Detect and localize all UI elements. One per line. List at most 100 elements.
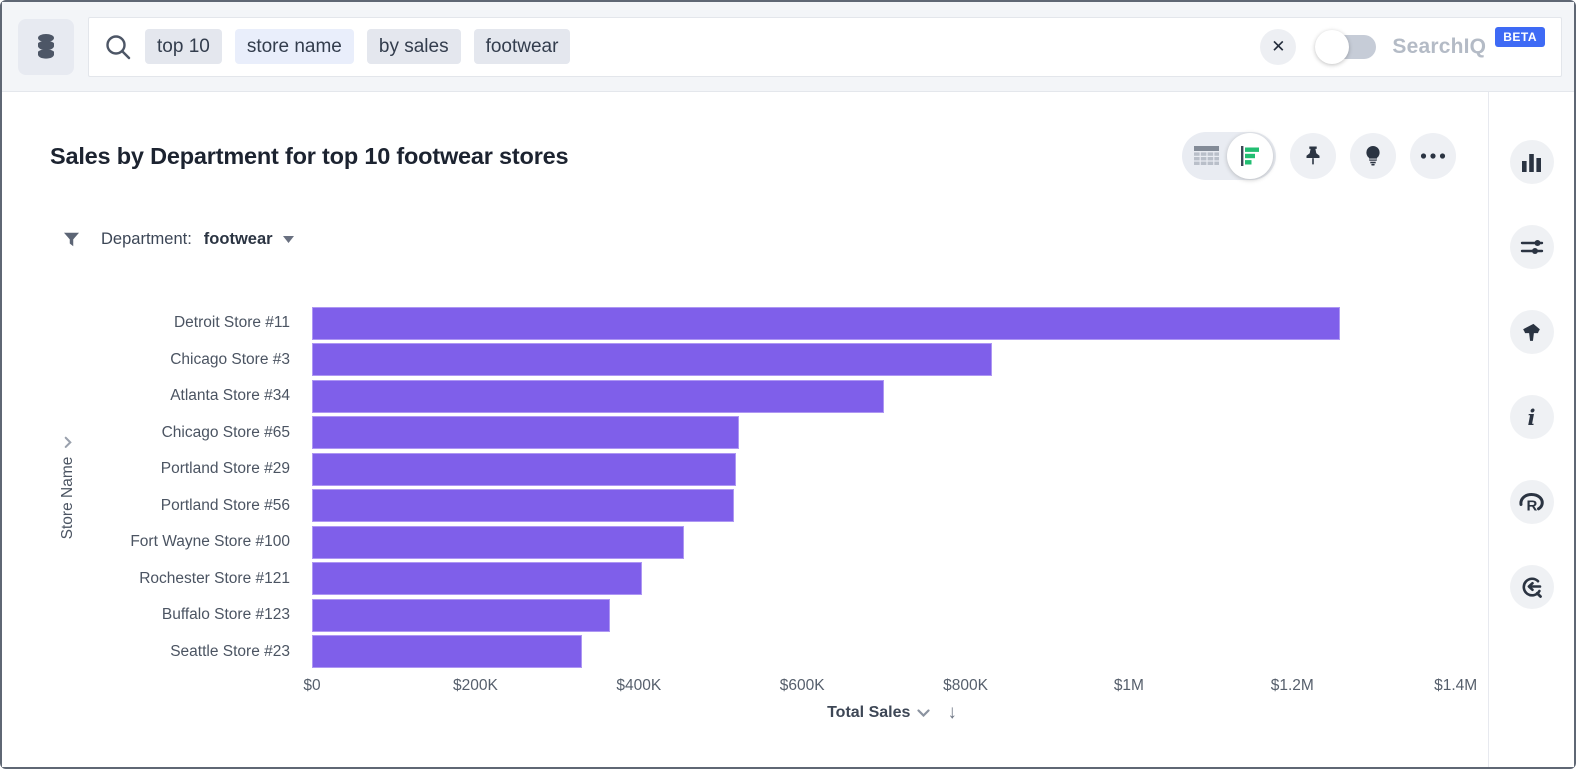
search-token-list: top 10 store name by sales footwear bbox=[145, 29, 570, 64]
more-actions-button[interactable] bbox=[1410, 133, 1456, 179]
x-axis: $0$200K$400K$600K$800K$1M$1.2M$1.4M bbox=[312, 677, 1472, 699]
beta-badge: BETA bbox=[1495, 27, 1545, 47]
bar-track bbox=[312, 380, 1472, 413]
searchiq-label: SearchIQ bbox=[1392, 35, 1486, 59]
search-token[interactable]: footwear bbox=[474, 29, 571, 64]
searchiq-toggle[interactable] bbox=[1318, 35, 1376, 59]
pin-icon bbox=[1301, 144, 1325, 168]
x-axis-tick: $1.4M bbox=[1434, 677, 1477, 695]
column-chart-icon bbox=[1520, 151, 1543, 173]
chart-view-button[interactable] bbox=[1227, 133, 1273, 179]
search-icon bbox=[103, 32, 133, 62]
bar[interactable] bbox=[312, 343, 992, 376]
info-icon: i bbox=[1528, 405, 1536, 430]
x-axis-tick: $200K bbox=[453, 677, 498, 695]
chart-row: Portland Store #29 bbox=[2, 451, 1472, 488]
x-axis-tick: $400K bbox=[616, 677, 661, 695]
lightbulb-icon bbox=[1361, 144, 1385, 168]
x-axis-tick: $1M bbox=[1114, 677, 1144, 695]
filter-value[interactable]: footwear bbox=[204, 230, 273, 249]
chart-rows: Detroit Store #11 Chicago Store #3 Atlanta… bbox=[2, 305, 1472, 670]
y-axis-label: Seattle Store #23 bbox=[2, 643, 312, 661]
search-bar[interactable]: top 10 store name by sales footwear ✕ Searc… bbox=[88, 17, 1562, 77]
chart-row: Seattle Store #23 bbox=[2, 634, 1472, 671]
filter-row: Department: footwear bbox=[2, 180, 1488, 249]
y-axis-label: Chicago Store #3 bbox=[2, 351, 312, 369]
chart-row: Portland Store #56 bbox=[2, 488, 1472, 525]
database-icon bbox=[33, 33, 59, 61]
chart-row: Rochester Store #121 bbox=[2, 561, 1472, 598]
search-token[interactable]: store name bbox=[235, 29, 354, 64]
bar[interactable] bbox=[312, 453, 736, 486]
y-axis-title[interactable]: Store Name bbox=[59, 437, 77, 540]
bar-track bbox=[312, 599, 1472, 632]
chart-row: Detroit Store #11 bbox=[2, 305, 1472, 342]
paintbrush-icon bbox=[1520, 321, 1543, 344]
chart-row: Fort Wayne Store #100 bbox=[2, 524, 1472, 561]
answer-toolbar bbox=[1182, 132, 1456, 180]
explore-icon bbox=[1519, 575, 1544, 600]
bar-track bbox=[312, 343, 1472, 376]
bar-track bbox=[312, 307, 1472, 340]
bar-chart-green-icon bbox=[1238, 144, 1262, 168]
y-axis-label: Portland Store #56 bbox=[2, 497, 312, 515]
bar[interactable] bbox=[312, 416, 739, 449]
bar-track bbox=[312, 453, 1472, 486]
bar[interactable] bbox=[312, 380, 884, 413]
bar[interactable] bbox=[312, 635, 582, 668]
sliders-icon bbox=[1520, 236, 1544, 258]
bar-track bbox=[312, 526, 1472, 559]
x-axis-tick: $800K bbox=[943, 677, 988, 695]
y-axis-label: Portland Store #29 bbox=[2, 460, 312, 478]
r-logo-icon: R bbox=[1518, 490, 1545, 514]
bar-track bbox=[312, 416, 1472, 449]
y-axis-caret-icon bbox=[64, 437, 72, 449]
x-axis-tick: $600K bbox=[780, 677, 825, 695]
bar-track bbox=[312, 562, 1472, 595]
y-axis-label: Fort Wayne Store #100 bbox=[2, 533, 312, 551]
view-mode-toggle bbox=[1182, 132, 1276, 180]
table-view-button[interactable] bbox=[1185, 145, 1227, 168]
insights-button[interactable] bbox=[1350, 133, 1396, 179]
y-axis-label: Chicago Store #65 bbox=[2, 424, 312, 442]
answer-panel: Sales by Department for top 10 footwear … bbox=[2, 92, 1488, 767]
clear-search-button[interactable]: ✕ bbox=[1260, 29, 1296, 65]
info-button[interactable]: i bbox=[1510, 395, 1554, 439]
bar[interactable] bbox=[312, 599, 610, 632]
page-title: Sales by Department for top 10 footwear … bbox=[50, 143, 568, 170]
chevron-down-icon[interactable] bbox=[283, 236, 294, 243]
bar[interactable] bbox=[312, 562, 642, 595]
search-token[interactable]: by sales bbox=[367, 29, 461, 64]
y-axis-label: Atlanta Store #34 bbox=[2, 387, 312, 405]
x-axis-caret-icon[interactable] bbox=[917, 709, 930, 717]
pin-button[interactable] bbox=[1290, 133, 1336, 179]
chart-row: Chicago Store #65 bbox=[2, 415, 1472, 452]
y-axis-label: Rochester Store #121 bbox=[2, 570, 312, 588]
sort-descending-icon[interactable]: ↓ bbox=[947, 702, 957, 724]
bar[interactable] bbox=[312, 489, 734, 522]
right-sidebar: i R bbox=[1488, 92, 1574, 767]
r-analysis-button[interactable]: R bbox=[1510, 480, 1554, 524]
toggle-knob bbox=[1315, 30, 1349, 64]
x-axis-title[interactable]: Total Sales bbox=[827, 704, 910, 722]
svg-text:R: R bbox=[1527, 498, 1538, 515]
explore-button[interactable] bbox=[1510, 565, 1554, 609]
y-axis-label: Buffalo Store #123 bbox=[2, 606, 312, 624]
bar-chart: Detroit Store #11 Chicago Store #3 Atlanta… bbox=[2, 305, 1488, 724]
chart-row: Chicago Store #3 bbox=[2, 342, 1472, 379]
filter-funnel-icon bbox=[62, 230, 81, 249]
x-axis-tick: $1.2M bbox=[1271, 677, 1314, 695]
chart-row: Atlanta Store #34 bbox=[2, 378, 1472, 415]
table-icon bbox=[1193, 145, 1220, 168]
ellipsis-icon bbox=[1420, 153, 1446, 159]
chart-row: Buffalo Store #123 bbox=[2, 597, 1472, 634]
bar[interactable] bbox=[312, 307, 1340, 340]
top-bar: top 10 store name by sales footwear ✕ Searc… bbox=[2, 2, 1574, 92]
bar[interactable] bbox=[312, 526, 684, 559]
configure-button[interactable] bbox=[1510, 225, 1554, 269]
chart-type-button[interactable] bbox=[1510, 140, 1554, 184]
style-button[interactable] bbox=[1510, 310, 1554, 354]
bar-track bbox=[312, 635, 1472, 668]
search-token[interactable]: top 10 bbox=[145, 29, 222, 64]
data-source-button[interactable] bbox=[18, 19, 74, 75]
